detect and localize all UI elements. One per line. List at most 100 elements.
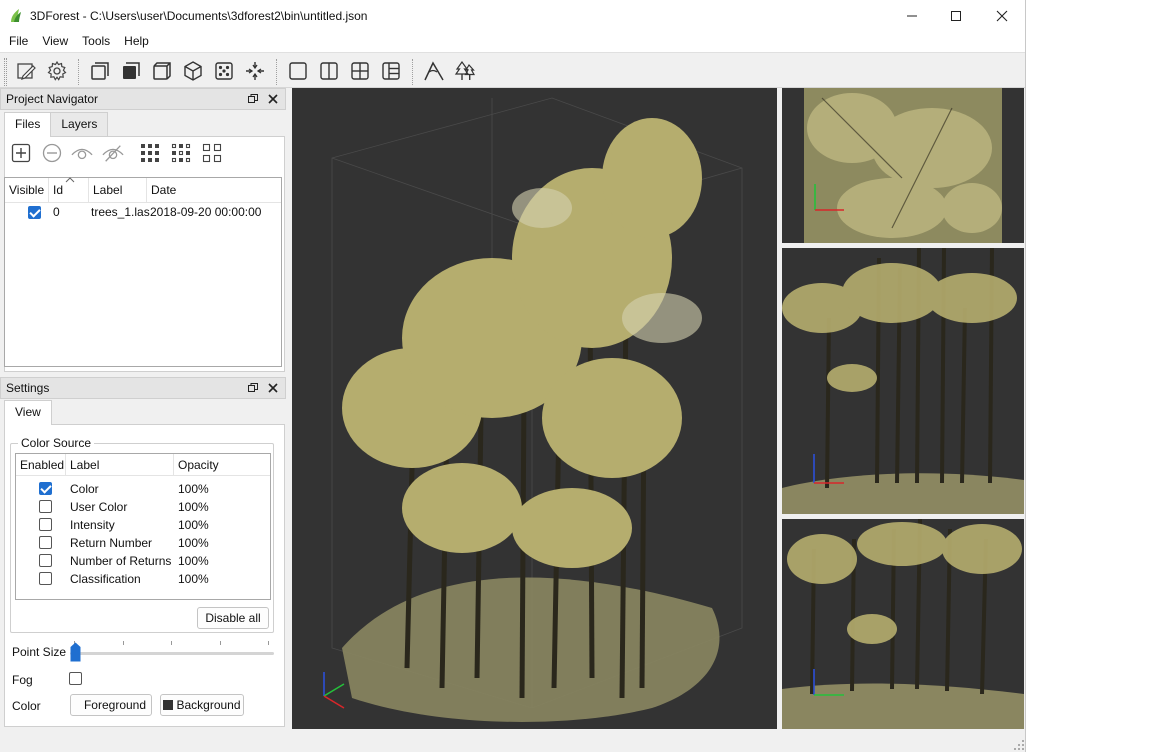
hide-file-button[interactable]: [102, 142, 124, 164]
background-color-button[interactable]: Background: [160, 694, 244, 716]
foreground-color-button[interactable]: Foreground: [70, 694, 152, 716]
menu-file[interactable]: File: [0, 31, 35, 52]
viewport-front[interactable]: [782, 248, 1024, 514]
select-none-button[interactable]: [201, 142, 223, 164]
status-bar: [0, 729, 1025, 752]
view-side-button[interactable]: [150, 59, 174, 83]
dock-close-button[interactable]: [265, 91, 281, 107]
dock-float-button[interactable]: [245, 91, 261, 107]
viewport-side[interactable]: [782, 519, 1024, 729]
project-navigator-title: Project Navigator: [6, 92, 99, 106]
settings-button[interactable]: [45, 59, 69, 83]
menu-tools[interactable]: Tools: [75, 31, 117, 52]
color-source-opacity: 100%: [178, 482, 209, 496]
view-side-icon: [153, 62, 171, 80]
color-source-opacity: 100%: [178, 518, 209, 532]
color-source-opacity: 100%: [178, 536, 209, 550]
sort-ascending-icon: [65, 177, 75, 183]
layout-grid-button[interactable]: [348, 59, 372, 83]
column-enabled[interactable]: Enabled: [16, 454, 66, 476]
view-front-icon: [91, 62, 109, 80]
column-label[interactable]: Label: [66, 454, 174, 476]
intensity-enabled-checkbox[interactable]: [39, 518, 52, 531]
resize-grip-icon[interactable]: [1014, 740, 1024, 750]
slider-handle[interactable]: [70, 642, 81, 662]
tab-layers[interactable]: Layers: [50, 112, 109, 136]
remove-icon: [42, 143, 62, 163]
disable-all-button[interactable]: Disable all: [197, 607, 269, 629]
minimize-button[interactable]: [889, 0, 935, 31]
color-source-row[interactable]: User Color 100%: [16, 498, 270, 516]
maximize-button[interactable]: [933, 0, 979, 31]
toolbar-grip[interactable]: [4, 58, 7, 86]
layout-two-columns-button[interactable]: [317, 59, 341, 83]
color-source-name: User Color: [70, 500, 128, 514]
return-number-enabled-checkbox[interactable]: [39, 536, 52, 549]
color-source-opacity: 100%: [178, 500, 209, 514]
color-source-row[interactable]: Classification 100%: [16, 570, 270, 588]
color-source-table: Enabled Label Opacity Color 100% User Co…: [15, 453, 271, 600]
color-source-row[interactable]: Color 100%: [16, 480, 270, 498]
file-table: Visible Id Label Date 0 trees_1.las 2018…: [4, 177, 282, 367]
color-source-row[interactable]: Number of Returns 100%: [16, 552, 270, 570]
measure-tool-button[interactable]: [422, 59, 446, 83]
column-date[interactable]: Date: [147, 178, 281, 203]
dock-float-button[interactable]: [245, 380, 261, 396]
select-all-button[interactable]: [139, 142, 161, 164]
column-opacity[interactable]: Opacity: [174, 454, 270, 476]
menu-view[interactable]: View: [35, 31, 75, 52]
float-window-icon: [248, 94, 258, 103]
file-id: 0: [53, 205, 60, 219]
viewport-top[interactable]: [782, 88, 1024, 243]
select-none-icon: [202, 143, 222, 163]
close-button[interactable]: [979, 0, 1025, 31]
settings-titlebar[interactable]: Settings: [0, 377, 286, 399]
view-reset-icon: [246, 62, 264, 80]
view-3d-button[interactable]: [181, 59, 205, 83]
column-visible[interactable]: Visible: [5, 178, 49, 203]
toolbar-separator: [276, 59, 277, 85]
tab-files[interactable]: Files: [4, 112, 52, 137]
remove-file-button[interactable]: [41, 142, 63, 164]
view-back-icon: [123, 62, 140, 79]
column-label[interactable]: Label: [89, 178, 147, 203]
layout-three-button[interactable]: [379, 59, 403, 83]
menu-bar: File View Tools Help: [0, 31, 1025, 52]
toolbar-separator: [412, 59, 413, 85]
point-size-slider[interactable]: [70, 638, 274, 664]
tree-segmentation-icon: [454, 60, 476, 80]
layout-single-button[interactable]: [286, 59, 310, 83]
view-reset-button[interactable]: [243, 59, 267, 83]
color-source-row[interactable]: Intensity 100%: [16, 516, 270, 534]
tab-view[interactable]: View: [4, 400, 52, 425]
view-back-button[interactable]: [119, 59, 143, 83]
color-source-opacity: 100%: [178, 554, 209, 568]
invert-selection-button[interactable]: [170, 142, 192, 164]
settings-gear-icon: [47, 60, 67, 81]
fog-checkbox[interactable]: [69, 672, 82, 685]
color-source-name: Return Number: [70, 536, 153, 550]
view-fit-button[interactable]: [212, 59, 236, 83]
color-enabled-checkbox[interactable]: [39, 482, 52, 495]
edit-button[interactable]: [14, 59, 38, 83]
background-label: Background: [176, 698, 241, 712]
user-color-enabled-checkbox[interactable]: [39, 500, 52, 513]
number-of-returns-enabled-checkbox[interactable]: [39, 554, 52, 567]
file-visible-checkbox[interactable]: [28, 206, 41, 219]
show-file-button[interactable]: [71, 142, 93, 164]
view-front-button[interactable]: [88, 59, 112, 83]
navigator-tabs: Files Layers: [4, 112, 109, 137]
classification-enabled-checkbox[interactable]: [39, 572, 52, 585]
dock-close-button[interactable]: [265, 380, 281, 396]
slider-track: [70, 652, 274, 655]
project-navigator-titlebar[interactable]: Project Navigator: [0, 88, 286, 110]
maximize-icon: [951, 10, 961, 21]
menu-help[interactable]: Help: [117, 31, 156, 52]
viewport-3d-perspective[interactable]: [292, 88, 777, 729]
tree-segmentation-button[interactable]: [453, 59, 477, 83]
add-file-button[interactable]: [10, 142, 32, 164]
color-source-row[interactable]: Return Number 100%: [16, 534, 270, 552]
eye-icon: [71, 148, 93, 160]
add-icon: [11, 143, 31, 163]
color-label: Color: [12, 699, 41, 713]
